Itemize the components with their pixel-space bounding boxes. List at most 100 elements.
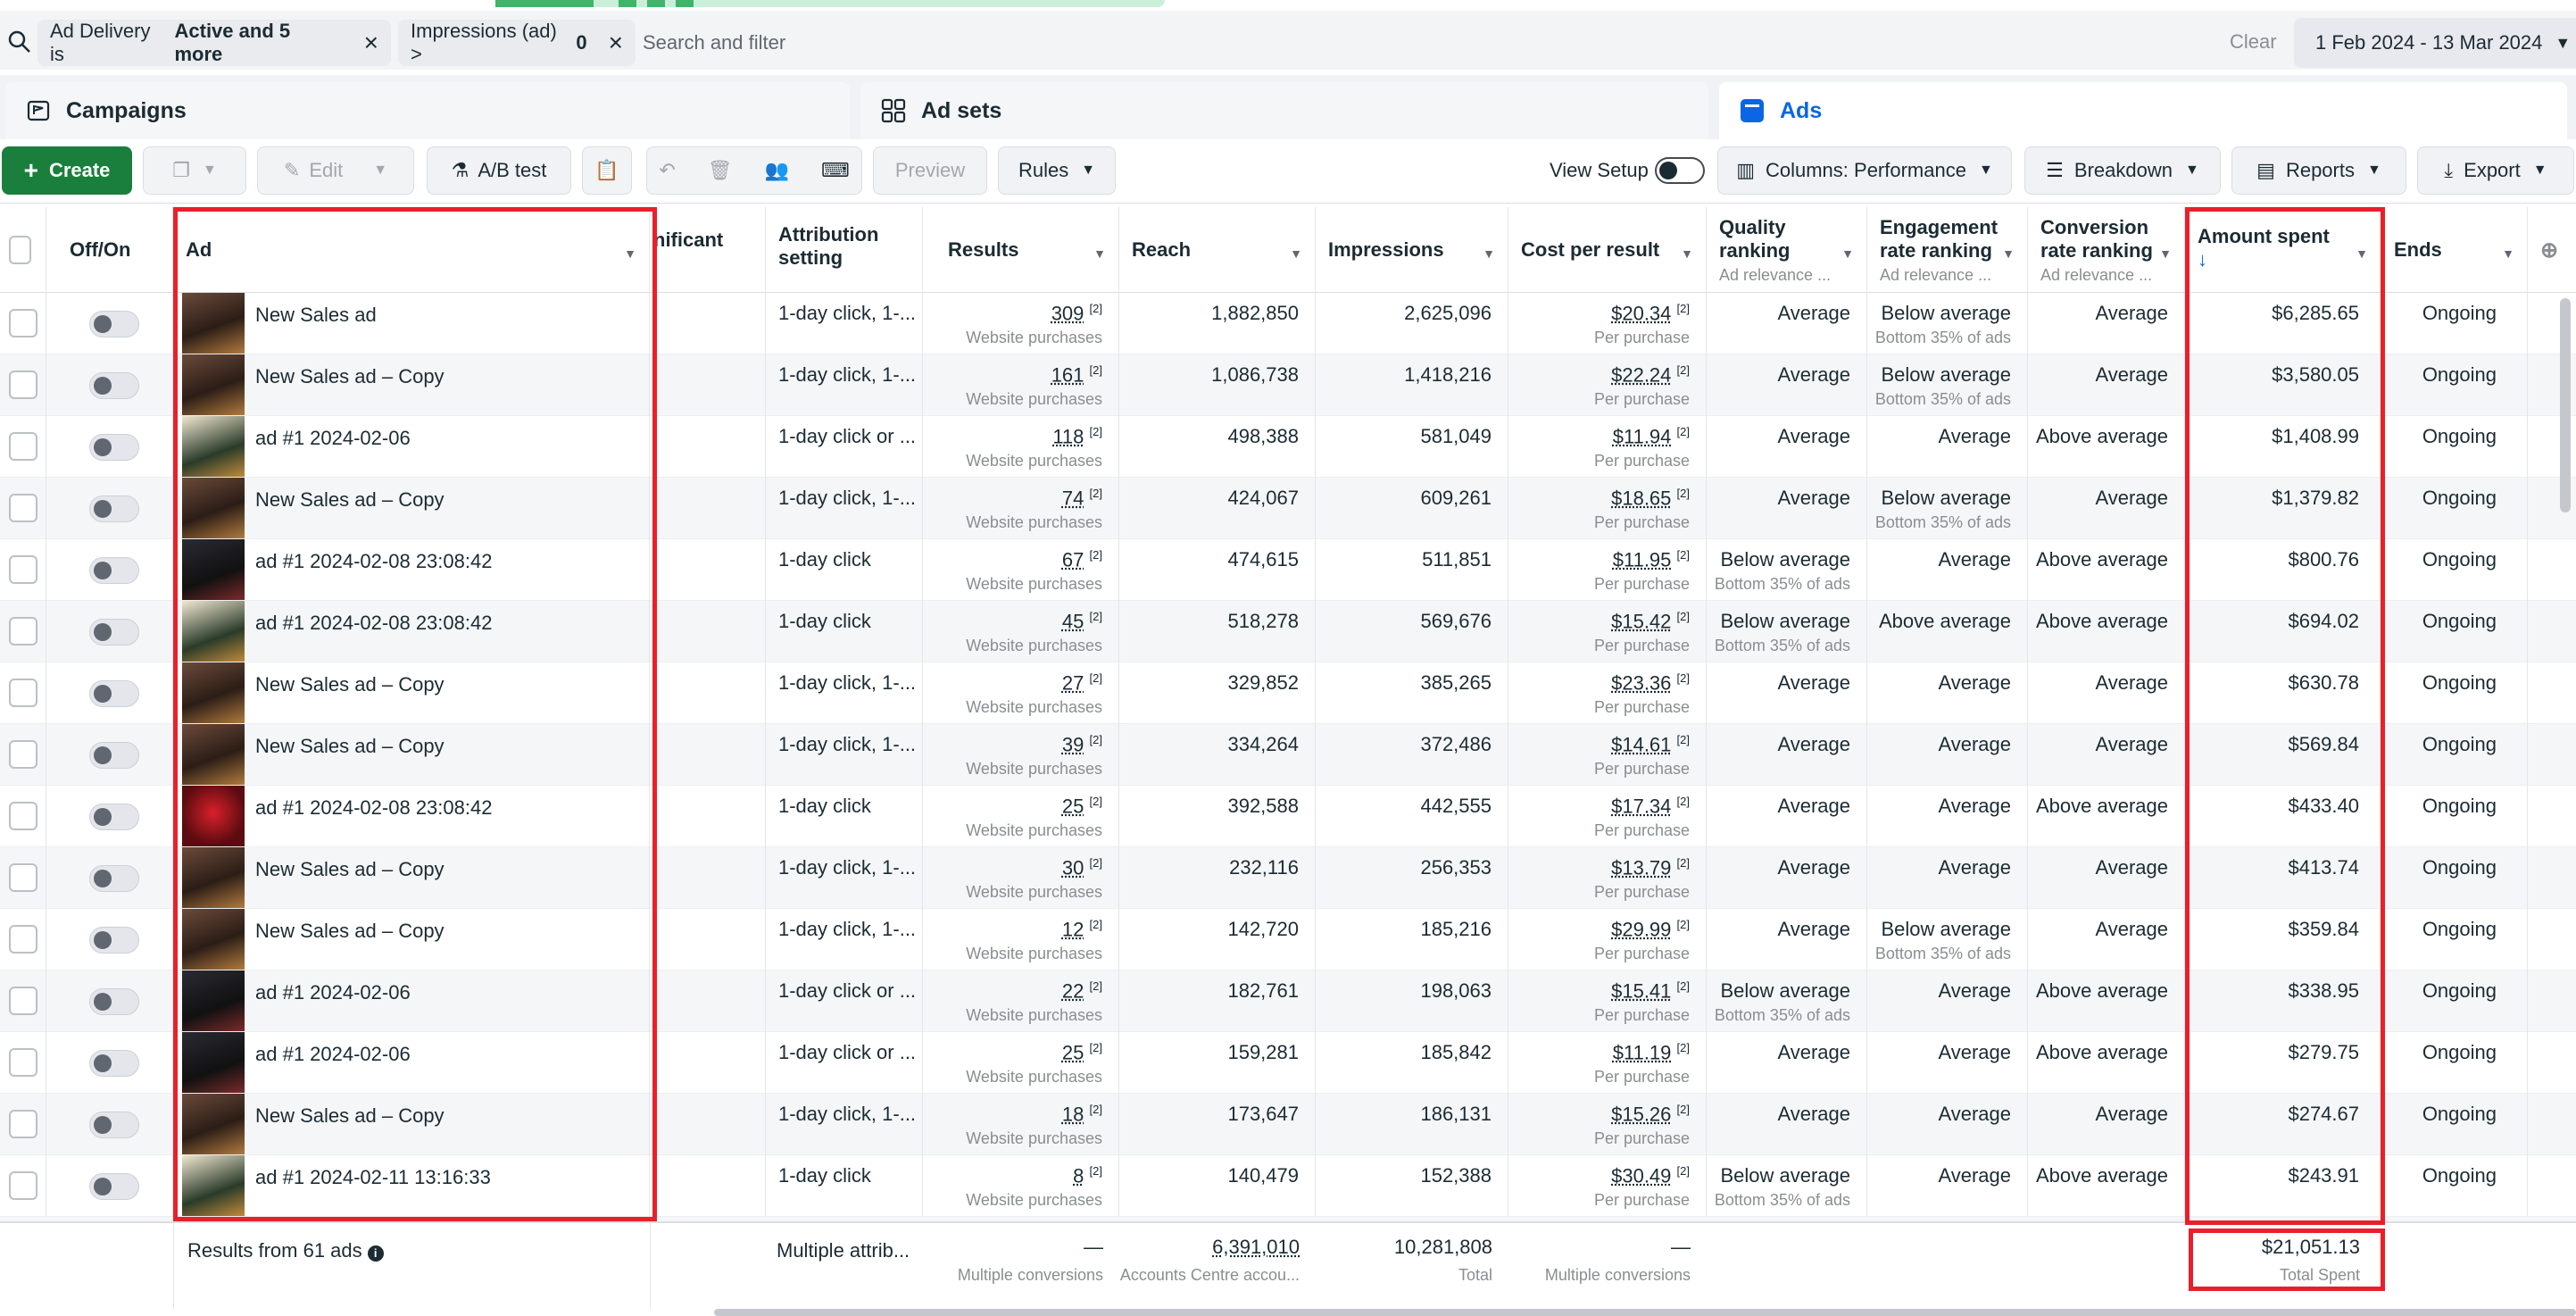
ad-toggle[interactable] [89, 311, 139, 337]
horizontal-scrollbar[interactable] [714, 1309, 2576, 1316]
row-checkbox[interactable] [9, 1171, 37, 1200]
filter-chip-ad-delivery[interactable]: Ad Delivery is Active and 5 more × [37, 20, 391, 66]
row-checkbox[interactable] [9, 617, 37, 646]
header-impressions[interactable]: Impressions ▼ [1316, 207, 1508, 293]
info-icon[interactable]: i [367, 1245, 384, 1262]
ad-toggle[interactable] [89, 742, 139, 769]
ad-toggle[interactable] [89, 557, 139, 584]
cpr-value[interactable]: $30.49 [1611, 1164, 1671, 1187]
row-checkbox[interactable] [9, 1048, 37, 1077]
row-checkbox[interactable] [9, 432, 37, 461]
tab-campaigns[interactable]: Campaigns [5, 82, 850, 139]
clipboard-button[interactable]: 📋 [582, 146, 632, 195]
view-setup-toggle[interactable] [1655, 157, 1705, 184]
row-checkbox[interactable] [9, 740, 37, 769]
comment-icon[interactable]: ⌨ [821, 159, 850, 182]
cpr-value[interactable]: $11.19 [1613, 1041, 1672, 1063]
row-checkbox[interactable] [9, 1110, 37, 1138]
cpr-value[interactable]: $13.79 [1611, 856, 1671, 879]
cpr-value[interactable]: $14.61 [1611, 733, 1671, 755]
select-all-checkbox[interactable] [9, 236, 31, 264]
cpr-value[interactable]: $18.65 [1611, 487, 1671, 509]
results-value[interactable]: 27 [1062, 671, 1084, 694]
clear-filters-link[interactable]: Clear [2230, 30, 2277, 54]
header-engagement-ranking[interactable]: Engagement rate ranking Ad relevance ...… [1867, 207, 2028, 293]
vertical-scrollbar[interactable] [2560, 298, 2571, 512]
ad-toggle[interactable] [89, 434, 139, 461]
row-checkbox[interactable] [9, 802, 37, 830]
header-results[interactable]: Results ▼ [923, 207, 1119, 293]
header-reach[interactable]: Reach ▼ [1119, 207, 1316, 293]
trash-icon[interactable]: 🗑 [708, 159, 733, 182]
cpr-value[interactable]: $17.34 [1611, 795, 1671, 817]
ad-toggle[interactable] [89, 988, 139, 1015]
results-value[interactable]: 309 [1051, 302, 1084, 324]
header-conversion-ranking[interactable]: Conversion rate ranking Ad relevance ...… [2028, 207, 2185, 293]
preview-button[interactable]: Preview [873, 146, 987, 195]
cpr-value[interactable]: $11.94 [1613, 425, 1672, 447]
cpr-value[interactable]: $22.24 [1611, 363, 1671, 386]
results-value[interactable]: 39 [1062, 733, 1084, 755]
row-checkbox[interactable] [9, 371, 37, 399]
ad-toggle[interactable] [89, 1112, 139, 1138]
header-cost-per-result[interactable]: Cost per result ▼ [1508, 207, 1707, 293]
row-checkbox[interactable] [9, 309, 37, 337]
rules-button[interactable]: Rules ▼ [998, 146, 1116, 195]
results-value[interactable]: 25 [1062, 795, 1084, 817]
duplicate-button[interactable]: ❐ ▼ [143, 146, 246, 195]
close-icon[interactable]: × [609, 30, 623, 55]
columns-button[interactable]: ▥ Columns: Performance ▼ [1717, 146, 2012, 195]
results-value[interactable]: 67 [1062, 548, 1084, 571]
ad-toggle[interactable] [89, 1173, 139, 1200]
header-off-on[interactable]: Off/On [46, 207, 173, 293]
search-input[interactable] [643, 27, 2178, 59]
results-value[interactable]: 118 [1052, 425, 1084, 447]
results-value[interactable]: 161 [1051, 363, 1084, 386]
results-value[interactable]: 30 [1062, 856, 1084, 879]
header-attribution[interactable]: Attribution setting [766, 207, 923, 293]
undo-icon[interactable]: ↶ [659, 159, 675, 182]
row-checkbox[interactable] [9, 987, 37, 1015]
people-icon[interactable]: 👥 [765, 159, 789, 182]
close-icon[interactable]: × [364, 30, 378, 55]
row-checkbox[interactable] [9, 494, 37, 522]
reports-button[interactable]: ▤ Reports ▼ [2231, 146, 2406, 195]
cpr-value[interactable]: $15.26 [1611, 1103, 1671, 1125]
results-value[interactable]: 74 [1062, 487, 1084, 509]
cpr-value[interactable]: $23.36 [1611, 671, 1671, 694]
row-checkbox[interactable] [9, 679, 37, 707]
header-quality-ranking[interactable]: Quality ranking Ad relevance ... ▼ [1707, 207, 1867, 293]
ad-toggle[interactable] [89, 372, 139, 399]
ad-toggle[interactable] [89, 927, 139, 954]
cpr-value[interactable]: $11.95 [1613, 548, 1672, 571]
ad-toggle[interactable] [89, 496, 139, 522]
cpr-value[interactable]: $29.99 [1611, 918, 1671, 940]
header-significant[interactable]: nificant [650, 207, 766, 293]
ad-toggle[interactable] [89, 680, 139, 707]
header-ends[interactable]: Ends ▼ [2381, 207, 2528, 293]
edit-button[interactable]: ✎ Edit ▼ [257, 146, 414, 195]
row-checkbox[interactable] [9, 925, 37, 954]
cpr-value[interactable]: $15.42 [1611, 610, 1671, 632]
row-checkbox[interactable] [9, 863, 37, 892]
ad-toggle[interactable] [89, 804, 139, 830]
ad-toggle[interactable] [89, 619, 139, 646]
results-value[interactable]: 25 [1062, 1041, 1084, 1063]
results-value[interactable]: 8 [1073, 1164, 1084, 1187]
results-value[interactable]: 45 [1062, 610, 1084, 632]
cpr-value[interactable]: $20.34 [1611, 302, 1671, 324]
export-button[interactable]: ⤓ Export ▼ [2417, 146, 2574, 195]
breakdown-button[interactable]: ☰ Breakdown ▼ [2024, 146, 2221, 195]
search-icon[interactable] [7, 29, 32, 54]
cpr-value[interactable]: $15.41 [1611, 979, 1671, 1002]
tab-ad-sets[interactable]: Ad sets [860, 82, 1708, 139]
results-value[interactable]: 18 [1062, 1103, 1084, 1125]
add-column-icon[interactable]: ⊕ [2528, 207, 2576, 293]
date-range-picker[interactable]: 1 Feb 2024 - 13 Mar 2024 ▼ [2294, 18, 2576, 68]
ad-toggle[interactable] [89, 865, 139, 892]
filter-chip-impressions[interactable]: Impressions (ad) > 0 × [398, 20, 636, 66]
ab-test-button[interactable]: ⚗ A/B test [427, 146, 571, 195]
results-value[interactable]: 22 [1062, 979, 1084, 1002]
tab-ads[interactable]: Ads [1719, 82, 2567, 139]
create-button[interactable]: + Create [2, 146, 132, 195]
